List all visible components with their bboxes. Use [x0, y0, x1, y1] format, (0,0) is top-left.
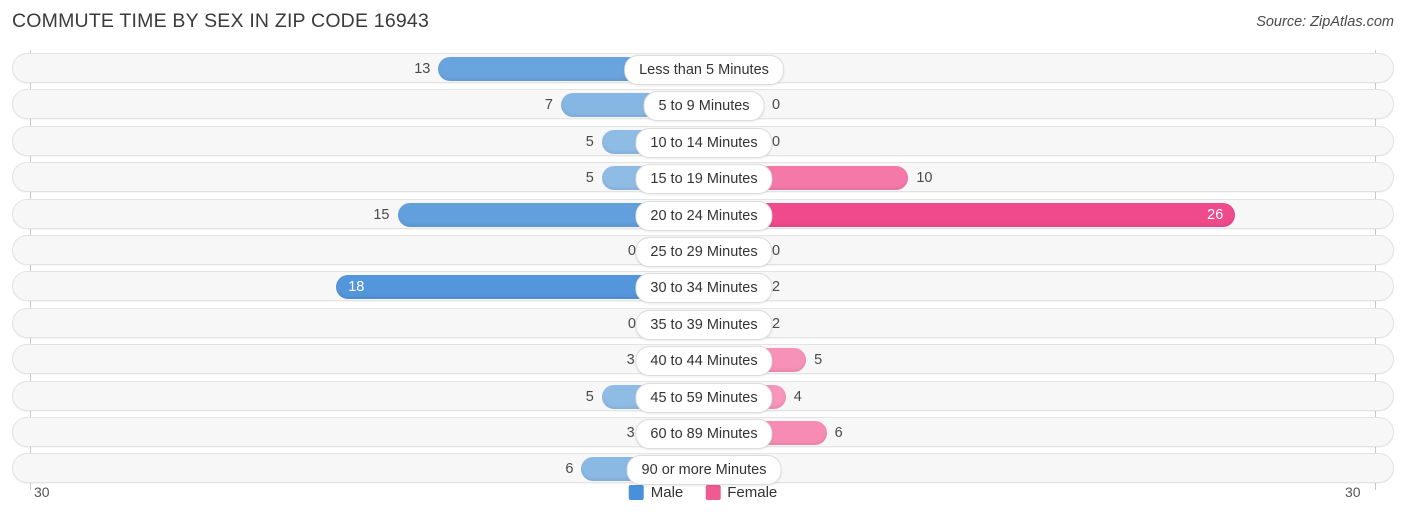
- bar-value-male: 0: [627, 315, 636, 332]
- bar-value-male: 3: [626, 352, 635, 369]
- bar-value-female: 10: [916, 170, 933, 187]
- plot-area: 130Less than 5 Minutes705 to 9 Minutes50…: [0, 50, 1406, 490]
- bar-value-male: 7: [544, 97, 553, 114]
- legend-label: Female: [727, 484, 778, 501]
- axis-tick-left: 30: [34, 484, 50, 500]
- bar-group: 6090 or more Minutes: [1, 454, 1406, 486]
- bar-group: 15 26 20 to 24 Minutes: [1, 200, 1406, 231]
- bar-value-female: 0: [772, 133, 781, 150]
- bar-value-female: 4: [793, 388, 802, 405]
- bar-female: [704, 202, 1236, 227]
- category-label: 40 to 44 Minutes: [635, 346, 773, 377]
- table-row: 5 0 10 to 14 Minutes: [12, 125, 1394, 158]
- bar-value-female: 5: [814, 352, 823, 369]
- legend-item-female[interactable]: Female: [705, 484, 777, 501]
- bar-group: 5 0 10 to 14 Minutes: [1, 127, 1406, 158]
- bar-group: 0 2 35 to 39 Minutes: [1, 309, 1406, 340]
- bar-group: 130Less than 5 Minutes: [1, 54, 1406, 85]
- table-row: 5 4 45 to 59 Minutes: [12, 380, 1394, 413]
- bar-group: 7 0 5 to 9 Minutes: [1, 90, 1406, 122]
- category-label: 5 to 9 Minutes: [643, 91, 765, 122]
- category-label: Less than 5 Minutes: [624, 55, 784, 85]
- table-row: 7 0 5 to 9 Minutes: [12, 89, 1394, 122]
- table-row: 3 5 40 to 44 Minutes: [12, 344, 1394, 377]
- bar-value-female: 26: [1207, 206, 1224, 223]
- bar-value-male: 13: [414, 61, 431, 77]
- bar-value-male: 5: [585, 170, 594, 187]
- bar-value-female: 6: [834, 425, 843, 441]
- chart-legend: Male Female: [628, 484, 777, 501]
- bar-group: 5 4 45 to 59 Minutes: [1, 382, 1406, 413]
- bar-value-male: 3: [626, 425, 635, 441]
- axis-tick-right: 30: [1345, 484, 1361, 500]
- bar-value-male: 6: [565, 461, 574, 478]
- legend-item-male[interactable]: Male: [628, 484, 684, 501]
- table-row: 6090 or more Minutes: [12, 453, 1394, 486]
- category-label: 20 to 24 Minutes: [635, 200, 773, 231]
- table-row: 5 10 15 to 19 Minutes: [12, 162, 1394, 195]
- chart-footer: 30 30 Male Female: [0, 484, 1406, 514]
- bar-group: 5 10 15 to 19 Minutes: [1, 163, 1406, 195]
- bar-value-male: 18: [348, 279, 365, 296]
- category-label: 60 to 89 Minutes: [635, 419, 773, 449]
- bar-group: 18 2 30 to 34 Minutes: [1, 272, 1406, 304]
- bar-value-male: 0: [627, 243, 636, 259]
- category-label: 45 to 59 Minutes: [635, 382, 773, 413]
- source-attribution: Source: ZipAtlas.com: [1256, 14, 1394, 30]
- bar-value-female: 0: [772, 243, 781, 259]
- page-title: COMMUTE TIME BY SEX IN ZIP CODE 16943: [12, 10, 430, 32]
- table-row: 3 6 60 to 89 Minutes: [12, 417, 1394, 449]
- bar-group: 3 5 40 to 44 Minutes: [1, 345, 1406, 377]
- legend-label: Male: [650, 484, 684, 501]
- table-row: 130Less than 5 Minutes: [12, 53, 1394, 85]
- bar-value-female: 2: [772, 315, 781, 332]
- table-row: 18 2 30 to 34 Minutes: [12, 271, 1394, 304]
- chart-container: COMMUTE TIME BY SEX IN ZIP CODE 16943 So…: [0, 0, 1406, 523]
- bar-value-female: 0: [772, 97, 781, 114]
- bar-value-male: 5: [585, 388, 594, 405]
- table-row: 0 2 35 to 39 Minutes: [12, 307, 1394, 340]
- bar-value-male: 15: [373, 206, 390, 223]
- table-row: 15 26 20 to 24 Minutes: [12, 198, 1394, 231]
- bar-value-male: 5: [585, 133, 594, 150]
- legend-swatch-icon: [705, 485, 721, 500]
- table-row: 0 0 25 to 29 Minutes: [12, 235, 1394, 267]
- bar-group: 3 6 60 to 89 Minutes: [1, 418, 1406, 449]
- category-label: 10 to 14 Minutes: [635, 127, 773, 158]
- category-label: 90 or more Minutes: [626, 455, 782, 486]
- bar-group: 0 0 25 to 29 Minutes: [1, 236, 1406, 267]
- category-label: 25 to 29 Minutes: [635, 237, 773, 267]
- category-label: 30 to 34 Minutes: [635, 273, 773, 304]
- legend-swatch-icon: [628, 485, 644, 500]
- bar-value-female: 2: [772, 279, 781, 296]
- category-label: 35 to 39 Minutes: [635, 309, 773, 340]
- category-label: 15 to 19 Minutes: [635, 164, 773, 195]
